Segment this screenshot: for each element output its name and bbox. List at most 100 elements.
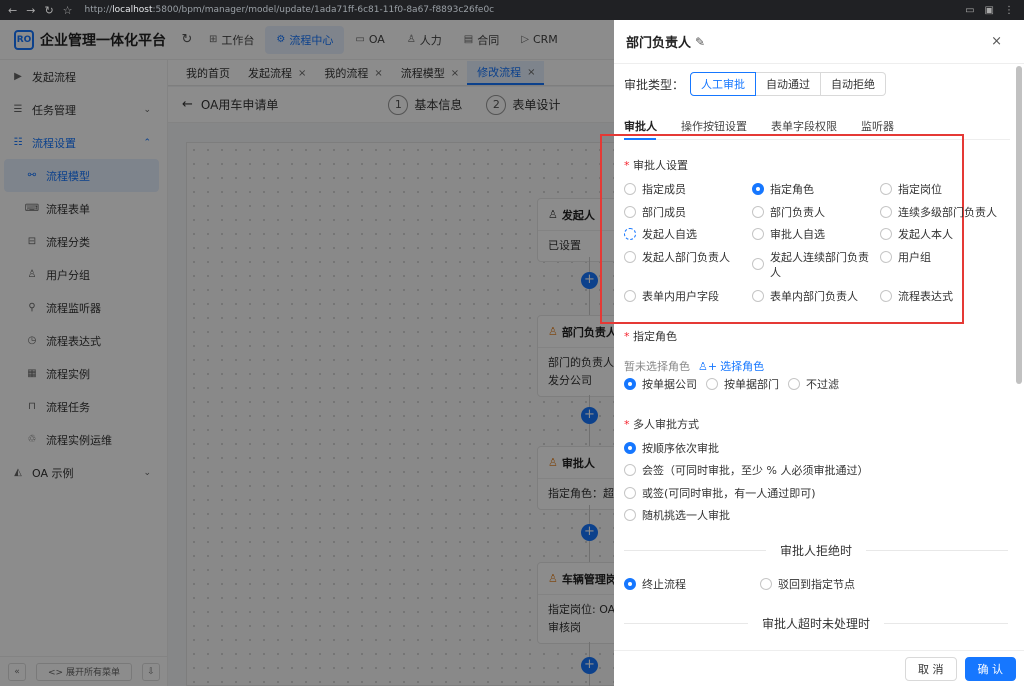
section-title: 审批人拒绝时 (780, 544, 853, 558)
drawer-scrollbar[interactable] (1016, 66, 1022, 384)
multi-random[interactable]: 随机挑选一人审批 (624, 508, 730, 523)
specified-role-label: 指定角色 (624, 328, 677, 344)
radio-circle (624, 578, 636, 590)
menu-dots-icon[interactable]: ⋮ (1004, 5, 1014, 16)
radio-circle (706, 378, 718, 390)
multi-countersign[interactable]: 会签（可同时审批，至少 % 人必须审批通过） (624, 463, 868, 478)
url-host: localhost (112, 5, 153, 15)
drawer-mask[interactable] (0, 20, 614, 686)
url-path: :5800/bpm/manager/model/update/1ada71ff-… (152, 5, 495, 15)
option-specified-post[interactable]: 指定岗位 (880, 182, 942, 197)
option-multi-level-dept-leader[interactable]: 连续多级部门负责人 (880, 205, 997, 220)
radio-circle (880, 206, 892, 218)
option-specified-member[interactable]: 指定成员 (624, 182, 686, 197)
option-label: 按单据部门 (724, 378, 779, 391)
close-icon[interactable]: × (991, 34, 1002, 49)
multi-sequential[interactable]: 按顺序依次审批 (624, 441, 719, 456)
reject-terminate[interactable]: 终止流程 (624, 577, 686, 592)
option-label: 流程表达式 (898, 290, 953, 303)
option-user-group[interactable]: 用户组 (880, 250, 931, 265)
node-settings-drawer: 部门负责人 ✎ × 审批类型： 人工审批 自动通过 自动拒绝 审批人 操作按钮设… (600, 20, 1024, 686)
approver-setting-label: 审批人设置 (624, 157, 688, 173)
multi-or-sign[interactable]: 或签(可同时审批，有一人通过即可) (624, 486, 816, 501)
role-select-row: 暂未选择角色 ♙+ 选择角色 (624, 358, 764, 374)
bookmark-star-icon[interactable]: ☆ (63, 4, 73, 17)
option-label: 发起人部门负责人 (642, 251, 730, 264)
section-title: 审批人超时未处理时 (762, 617, 871, 631)
role-empty-text: 暂未选择角色 (624, 360, 690, 373)
option-label: 指定角色 (770, 183, 814, 196)
cast-icon[interactable]: ▭ (965, 5, 974, 16)
drawer-header: 部门负责人 ✎ × (614, 20, 1024, 64)
option-form-user-field[interactable]: 表单内用户字段 (624, 289, 719, 304)
confirm-button[interactable]: 确 认 (964, 656, 1016, 681)
radio-circle (624, 228, 636, 240)
reject-section-title: 审批人拒绝时 (624, 542, 1009, 559)
option-label: 按单据公司 (642, 378, 697, 391)
multi-approve-label: 多人审批方式 (624, 416, 699, 432)
divider-line (884, 623, 1009, 624)
radio-circle (752, 228, 764, 240)
radio-circle (624, 378, 636, 390)
option-initiator-select[interactable]: 发起人自选 (624, 227, 697, 242)
option-label: 用户组 (898, 251, 931, 264)
option-initiator-dept-leader[interactable]: 发起人部门负责人 (624, 250, 730, 265)
back-icon[interactable]: ← (8, 4, 17, 17)
radio-circle (624, 464, 636, 476)
radio-circle (624, 487, 636, 499)
timeout-section-title: 审批人超时未处理时 (624, 615, 1009, 632)
option-label: 审批人自选 (770, 228, 825, 241)
user-add-icon: ♙+ (698, 359, 718, 373)
drawer-title: 部门负责人 (626, 36, 692, 51)
extensions-icon[interactable]: ▣ (985, 5, 994, 16)
reject-return-node[interactable]: 驳回到指定节点 (760, 577, 855, 592)
filter-by-dept[interactable]: 按单据部门 (706, 377, 779, 392)
address-bar[interactable]: http://localhost:5800/bpm/manager/model/… (85, 5, 495, 15)
radio-circle (752, 290, 764, 302)
option-label: 发起人自选 (642, 228, 697, 241)
option-label: 不过滤 (806, 378, 839, 391)
radio-circle (880, 228, 892, 240)
drawer-footer: 取 消 确 认 (614, 650, 1024, 686)
option-dept-member[interactable]: 部门成员 (624, 205, 686, 220)
cancel-button[interactable]: 取 消 (905, 656, 957, 681)
filter-none[interactable]: 不过滤 (788, 377, 839, 392)
option-approver-select[interactable]: 审批人自选 (752, 227, 825, 242)
option-label: 驳回到指定节点 (778, 578, 855, 591)
option-label: 表单内部门负责人 (770, 290, 858, 303)
select-role-label: 选择角色 (720, 360, 765, 373)
approve-type-auto-reject[interactable]: 自动拒绝 (821, 72, 887, 96)
approve-type-auto-pass[interactable]: 自动通过 (756, 72, 822, 96)
option-label: 指定成员 (642, 183, 686, 196)
radio-circle (624, 206, 636, 218)
option-initiator-multi-dept-leader[interactable]: 发起人连续部门负责人 (752, 250, 870, 280)
radio-circle (624, 183, 636, 195)
forward-icon[interactable]: → (26, 4, 35, 17)
option-initiator-self[interactable]: 发起人本人 (880, 227, 953, 242)
browser-bar: ← → ↻ ☆ http://localhost:5800/bpm/manage… (0, 0, 1024, 20)
edit-icon[interactable]: ✎ (695, 35, 705, 49)
option-form-dept-leader[interactable]: 表单内部门负责人 (752, 289, 858, 304)
option-label: 随机挑选一人审批 (642, 509, 730, 522)
approve-type-manual[interactable]: 人工审批 (690, 72, 757, 96)
radio-circle (624, 442, 636, 454)
option-dept-leader[interactable]: 部门负责人 (752, 205, 825, 220)
option-label: 发起人本人 (898, 228, 953, 241)
option-specified-role[interactable]: 指定角色 (752, 182, 814, 197)
option-label: 表单内用户字段 (642, 290, 719, 303)
radio-circle (624, 251, 636, 263)
option-label: 终止流程 (642, 578, 686, 591)
select-role-button[interactable]: ♙+ 选择角色 (698, 358, 764, 374)
option-process-expression[interactable]: 流程表达式 (880, 289, 953, 304)
approve-type-row: 审批类型： 人工审批 自动通过 自动拒绝 (624, 72, 887, 96)
radio-circle (752, 258, 764, 270)
radio-circle (880, 290, 892, 302)
filter-by-company[interactable]: 按单据公司 (624, 377, 697, 392)
reload-icon[interactable]: ↻ (44, 4, 53, 17)
option-label: 按顺序依次审批 (642, 442, 719, 455)
option-label: 发起人连续部门负责人 (770, 251, 869, 279)
divider-line (624, 623, 748, 624)
radio-circle (752, 206, 764, 218)
divider-line (624, 550, 766, 551)
radio-circle (624, 290, 636, 302)
